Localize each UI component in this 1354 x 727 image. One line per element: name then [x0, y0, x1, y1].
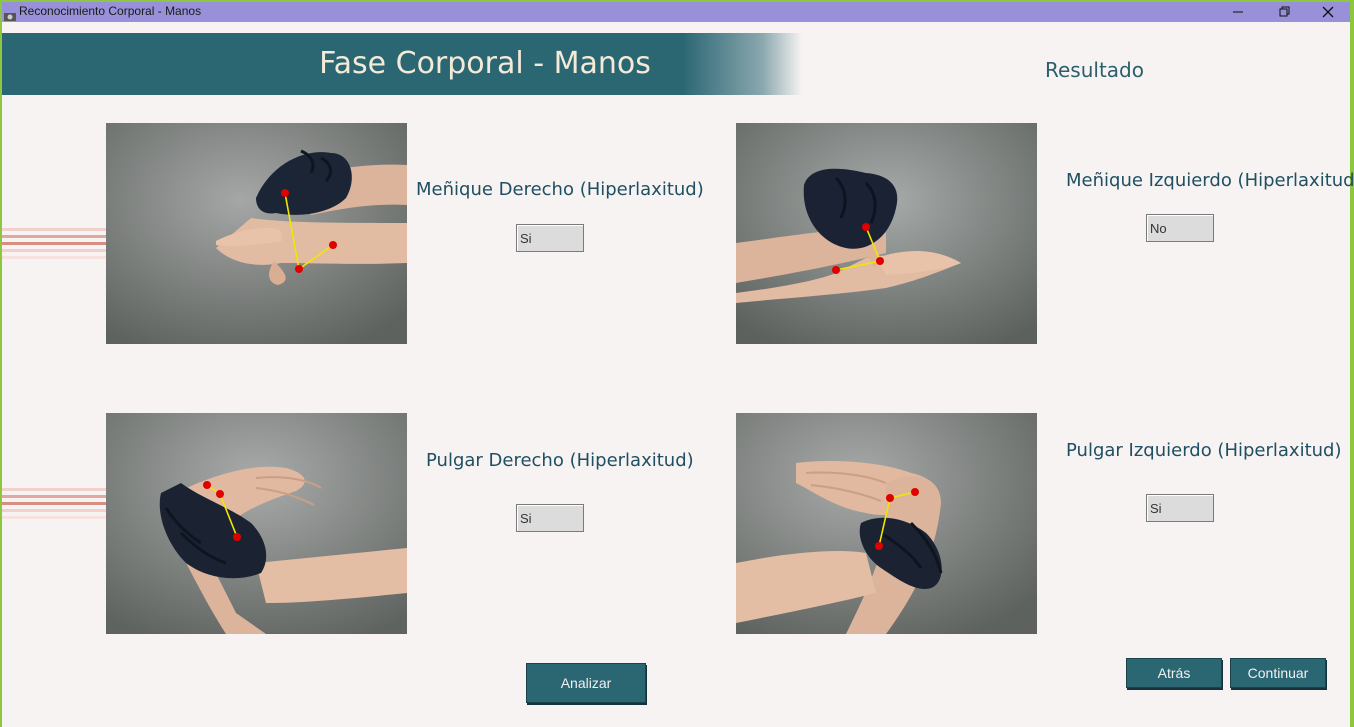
photo-left-pinky [736, 123, 1037, 344]
app-icon [4, 7, 16, 21]
page-title: Fase Corporal - Manos [319, 46, 651, 81]
restore-icon [1279, 6, 1290, 17]
title-bar[interactable]: Reconocimiento Corporal - Manos [2, 2, 1350, 22]
result-heading: Resultado [1045, 58, 1144, 82]
test-label-left-pinky: Meñique Izquierdo (Hiperlaxitud) [1066, 170, 1354, 191]
result-field-left-pinky[interactable]: No [1146, 214, 1214, 242]
result-field-left-thumb[interactable]: Si [1146, 494, 1214, 522]
test-label-right-pinky: Meñique Derecho (Hiperlaxitud) [416, 179, 704, 200]
continue-button[interactable]: Continuar [1230, 658, 1326, 688]
photo-left-thumb [736, 413, 1037, 634]
photo-right-pinky [106, 123, 407, 344]
app-window: Reconocimiento Corporal - Manos Fase Cor… [2, 2, 1354, 727]
window-title: Reconocimiento Corporal - Manos [19, 4, 202, 18]
back-button[interactable]: Atrás [1126, 658, 1222, 688]
test-label-left-thumb: Pulgar Izquierdo (Hiperlaxitud) [1066, 440, 1342, 461]
close-icon [1322, 6, 1334, 18]
test-label-right-thumb: Pulgar Derecho (Hiperlaxitud) [426, 450, 694, 471]
close-button[interactable] [1308, 2, 1348, 22]
decorative-stripes [2, 488, 106, 519]
restore-button[interactable] [1265, 2, 1305, 22]
minimize-button[interactable] [1218, 2, 1258, 22]
decorative-stripes [2, 228, 106, 259]
result-field-right-thumb[interactable]: Si [516, 504, 584, 532]
analyze-button[interactable]: Analizar [526, 663, 646, 703]
minimize-icon [1233, 11, 1243, 13]
photo-right-thumb [106, 413, 407, 634]
result-field-right-pinky[interactable]: Si [516, 224, 584, 252]
